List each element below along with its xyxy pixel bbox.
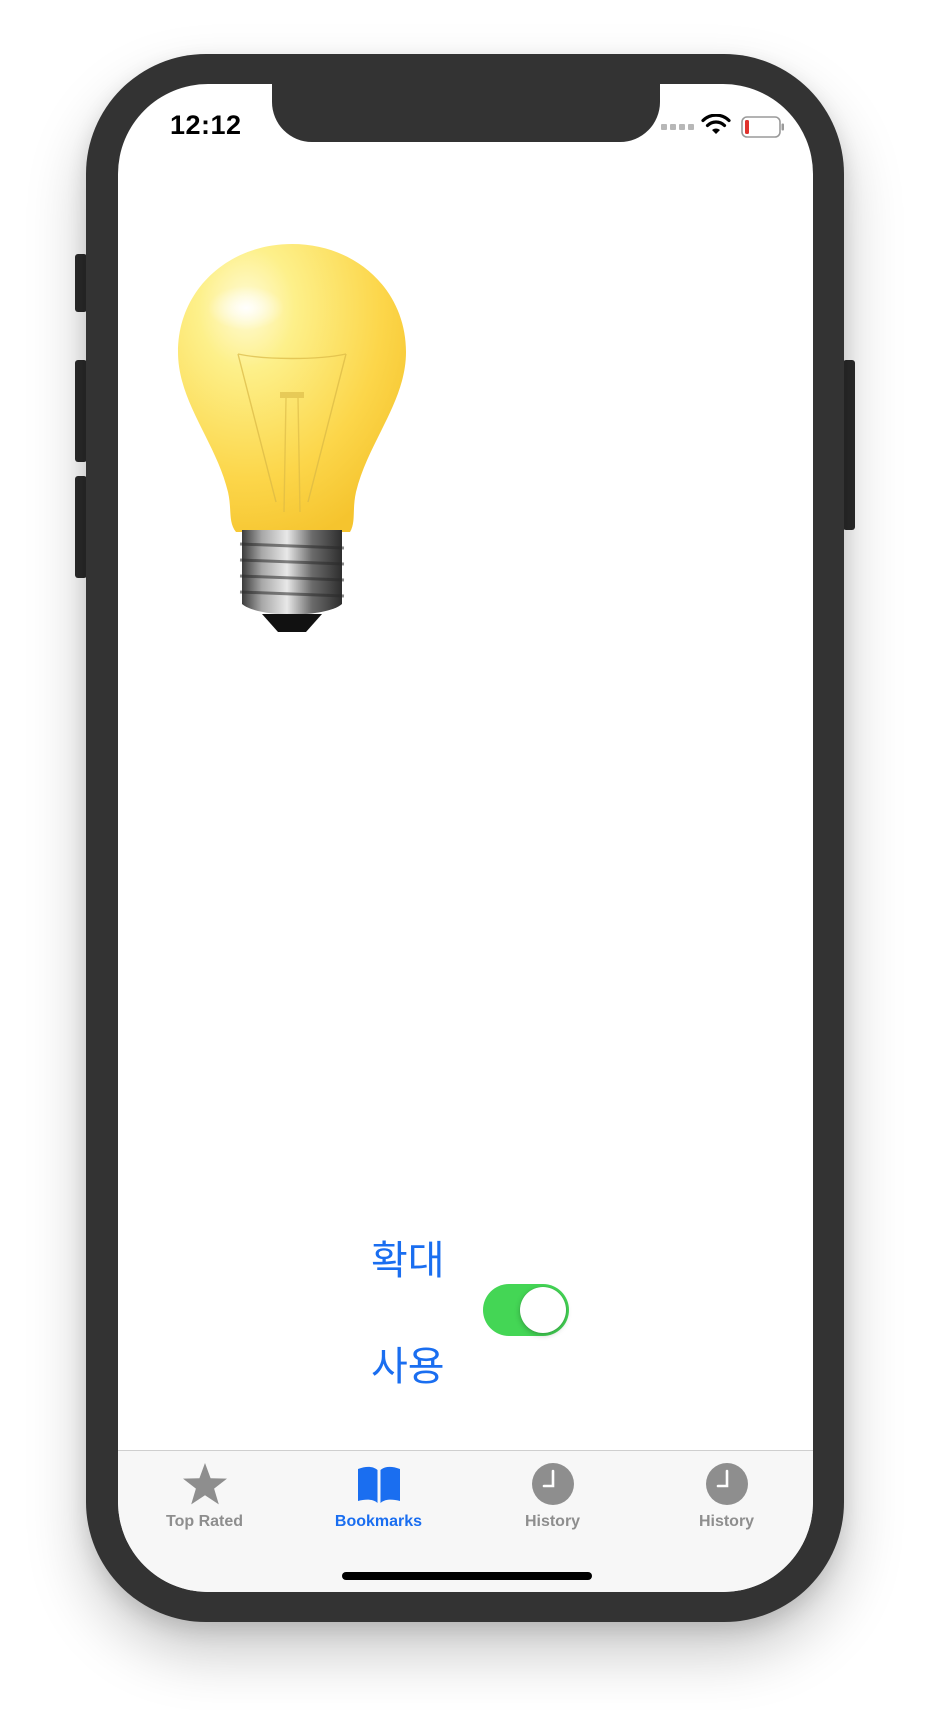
clock-icon: [706, 1463, 748, 1505]
use-label: 사용: [371, 1344, 445, 1390]
status-time: 12:12: [170, 110, 242, 140]
tab-bookmarks[interactable]: Bookmarks: [292, 1451, 465, 1551]
tab-top-rated[interactable]: Top Rated: [118, 1451, 291, 1551]
signal-icon: [661, 124, 695, 132]
notch: [272, 84, 660, 142]
tab-label: Bookmarks: [334, 1513, 423, 1530]
tab-bar: Top Rated Bookmarks History History: [118, 1450, 813, 1592]
tab-history[interactable]: History: [466, 1451, 639, 1551]
wifi-icon: [701, 114, 731, 134]
zoom-label: 확대: [371, 1238, 445, 1284]
enable-toggle-switch[interactable]: [483, 1284, 569, 1336]
battery-low-icon: [741, 116, 784, 138]
tab-label: History: [698, 1513, 755, 1530]
lightbulb-image: [178, 244, 406, 632]
phone-screen: 12:12 확대 사용 Top Rated Bookmarks History …: [118, 84, 813, 1592]
book-icon: [358, 1466, 400, 1503]
tab-label: Top Rated: [165, 1513, 244, 1530]
status-icons: [661, 114, 785, 140]
tab-label: History: [524, 1513, 581, 1530]
power-button: [843, 360, 855, 530]
star-icon: [183, 1463, 227, 1505]
clock-icon: [532, 1463, 574, 1505]
home-indicator[interactable]: [342, 1572, 592, 1580]
tab-history-2[interactable]: History: [640, 1451, 813, 1551]
simulator-stage: 12:12 확대 사용 Top Rated Bookmarks History …: [0, 0, 930, 1710]
toggle-knob: [520, 1287, 566, 1333]
